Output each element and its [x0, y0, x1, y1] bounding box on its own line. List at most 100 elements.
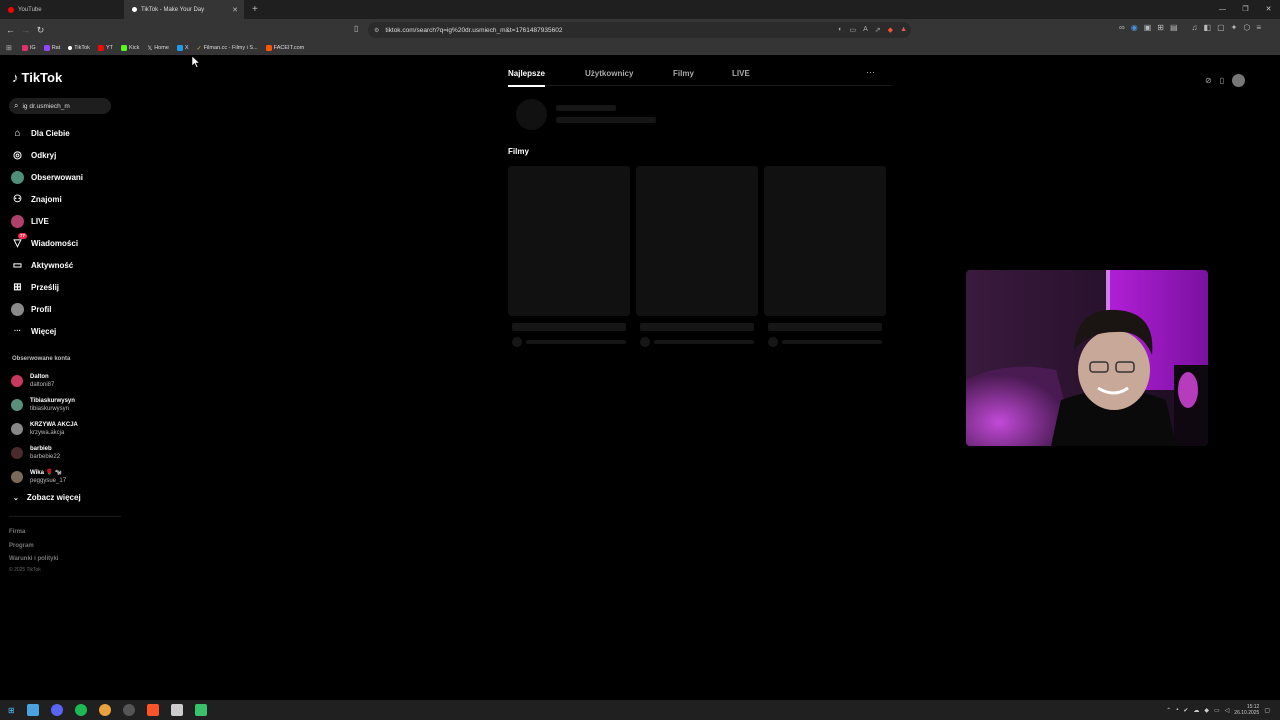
- tab-najlepsze[interactable]: Najlepsze: [508, 69, 545, 78]
- minimize-icon[interactable]: —: [1211, 0, 1234, 19]
- bookmark-ig[interactable]: IG: [21, 45, 36, 51]
- bookmark-rat[interactable]: Rat: [43, 45, 60, 51]
- search-input[interactable]: ⌕ ig dr.usmiech_m: [9, 98, 111, 114]
- close-window-icon[interactable]: ✕: [1257, 0, 1280, 19]
- nav-wiecej[interactable]: ··· Więcej: [11, 320, 121, 342]
- tray-app-icon[interactable]: ☁: [1193, 707, 1199, 714]
- tab-tiktok[interactable]: TikTok - Make Your Day ✕: [124, 0, 244, 19]
- chevron-up-icon[interactable]: ⌃: [1166, 707, 1171, 714]
- nav-przeslij[interactable]: ⊞ Prześlij: [11, 276, 121, 298]
- active-tab-indicator: [508, 85, 545, 87]
- extension-icon[interactable]: ▣: [1144, 23, 1152, 32]
- file-explorer-icon[interactable]: [26, 704, 39, 716]
- bookmark-tiktok[interactable]: TikTok: [68, 45, 90, 51]
- followed-account[interactable]: KRZYWA AKCJA krzywa.akcja: [11, 417, 121, 441]
- menu-icon[interactable]: ≡: [1256, 23, 1261, 32]
- bookmark-x[interactable]: X: [176, 45, 189, 51]
- tray-app-icon[interactable]: ▪: [1176, 707, 1178, 713]
- more-options-icon[interactable]: ···: [866, 67, 875, 77]
- extension-icon[interactable]: ▤: [1170, 23, 1178, 32]
- bookmark-filman[interactable]: ✓ Filman.cc - Filmy i S...: [197, 45, 258, 52]
- share-icon[interactable]: ⇗: [875, 26, 881, 34]
- apps-icon[interactable]: ⊞: [6, 44, 12, 52]
- faceit-icon: [265, 45, 272, 51]
- translate-icon[interactable]: A: [863, 26, 868, 34]
- nav-odkryj[interactable]: ◎ Odkryj: [11, 144, 121, 166]
- extension-icon[interactable]: ◉: [1131, 23, 1138, 32]
- cast-icon[interactable]: ▭: [850, 26, 857, 34]
- wallet-icon[interactable]: ▢: [1217, 23, 1225, 32]
- extension-icon[interactable]: ⊞: [1157, 23, 1164, 32]
- music-icon[interactable]: ♫: [1192, 23, 1198, 32]
- tab-youtube[interactable]: YouTube: [0, 0, 124, 19]
- video-card-skeleton[interactable]: [508, 166, 630, 316]
- footer-link-terms[interactable]: Warunki i polityki: [9, 553, 58, 566]
- tray-app-icon[interactable]: ✔: [1183, 707, 1188, 714]
- leo-icon[interactable]: ✦: [1231, 23, 1238, 32]
- send-icon[interactable]: ⊘: [1205, 76, 1212, 85]
- followed-accounts-list: Dalton daltoni87 Tibiaskurwysyn tibiaskurw…: [11, 369, 121, 489]
- brave-rewards-icon[interactable]: ▲: [900, 26, 907, 34]
- x-icon: 𝕏: [147, 45, 153, 52]
- nav-znajomi[interactable]: ⚇ Znajomi: [11, 188, 121, 210]
- tab-filmy[interactable]: Filmy: [673, 69, 694, 78]
- user-avatar[interactable]: [1232, 74, 1246, 87]
- system-clock[interactable]: 15:12 26.10.2025: [1234, 704, 1259, 716]
- nav-wiadomosci[interactable]: ▽ 77 Wiadomości: [11, 232, 121, 254]
- footer-link-program[interactable]: Program: [9, 540, 58, 554]
- extension-icon[interactable]: ∞: [1119, 23, 1125, 32]
- skeleton-line: [782, 340, 882, 344]
- spotify-icon[interactable]: [74, 704, 87, 716]
- forward-icon[interactable]: →: [18, 25, 33, 35]
- tab-uzytkownicy[interactable]: Użytkownicy: [585, 69, 633, 78]
- bookmark-yt[interactable]: YT: [97, 45, 113, 51]
- extension-icons: ∞ ◉ ▣ ⊞ ▤ ♫ ◧ ▢ ✦ ⬡ ≡: [1119, 23, 1261, 32]
- windows-start-icon[interactable]: ⊞: [8, 706, 15, 715]
- volume-icon[interactable]: ◁: [1225, 707, 1230, 714]
- new-tab-button[interactable]: +: [252, 4, 258, 15]
- video-card-skeleton[interactable]: [636, 166, 758, 316]
- nav-aktywnosc[interactable]: ▭ Aktywność: [11, 254, 121, 276]
- app-icon[interactable]: [170, 704, 183, 716]
- bookmark-home[interactable]: 𝕏 Home: [147, 45, 169, 52]
- notifications-icon[interactable]: ▢: [1264, 707, 1270, 714]
- obs-icon[interactable]: [122, 704, 135, 716]
- nav-live[interactable]: LIVE: [11, 210, 121, 232]
- brave-shield-icon[interactable]: ◆: [888, 26, 893, 34]
- followed-account[interactable]: Tibiaskurwysyn tibiaskurwysyn: [11, 393, 121, 417]
- live-icon: [11, 214, 24, 228]
- tiktok-logo[interactable]: ♪ TikTok: [12, 70, 62, 85]
- followed-account[interactable]: Wika 🌹 🐄 peggysue_17: [11, 465, 121, 489]
- window-controls: — ❐ ✕: [1211, 0, 1280, 19]
- avatar: [11, 399, 23, 411]
- bookmark-icon[interactable]: ▯: [354, 24, 358, 33]
- nav-dla-ciebie[interactable]: ⌂ Dla Ciebie: [11, 122, 121, 144]
- vpn-icon[interactable]: ⬡: [1243, 23, 1250, 32]
- tray-app-icon[interactable]: ◆: [1204, 707, 1209, 714]
- video-card-skeleton[interactable]: [764, 166, 886, 316]
- media-icon[interactable]: ◐: [838, 26, 842, 34]
- nav-profil[interactable]: Profil: [11, 298, 121, 320]
- address-bar[interactable]: ⚙ tiktok.com/search?q=ig%20dr.usmiech_m&…: [368, 22, 911, 38]
- followed-account[interactable]: Dalton daltoni87: [11, 369, 121, 393]
- network-icon[interactable]: ▭: [1214, 707, 1220, 714]
- restore-icon[interactable]: ❐: [1234, 0, 1257, 19]
- sidebar-footer: Firma Program Warunki i polityki © 2025 …: [9, 526, 58, 574]
- sidebar-icon[interactable]: ◧: [1204, 23, 1212, 32]
- brave-icon[interactable]: [146, 704, 159, 716]
- back-icon[interactable]: ←: [3, 25, 18, 35]
- followed-account[interactable]: barbieb barbebie22: [11, 441, 121, 465]
- chrome-icon[interactable]: [98, 704, 111, 716]
- nav-obserwowani[interactable]: Obserwowani: [11, 166, 121, 188]
- footer-link-firma[interactable]: Firma: [9, 526, 58, 540]
- see-more-button[interactable]: ⌄ Zobacz więcej: [13, 493, 81, 502]
- reload-icon[interactable]: ↻: [33, 25, 48, 36]
- app-icon[interactable]: [194, 704, 207, 716]
- close-tab-icon[interactable]: ✕: [232, 6, 238, 14]
- site-info-icon[interactable]: ⚙: [374, 27, 379, 34]
- tab-live[interactable]: LIVE: [732, 69, 750, 78]
- inbox-icon[interactable]: ▯: [1220, 76, 1224, 85]
- discord-icon[interactable]: [50, 704, 63, 716]
- bookmark-faceit[interactable]: FACEIT.com: [265, 45, 304, 51]
- bookmark-kick[interactable]: Kick: [120, 45, 139, 51]
